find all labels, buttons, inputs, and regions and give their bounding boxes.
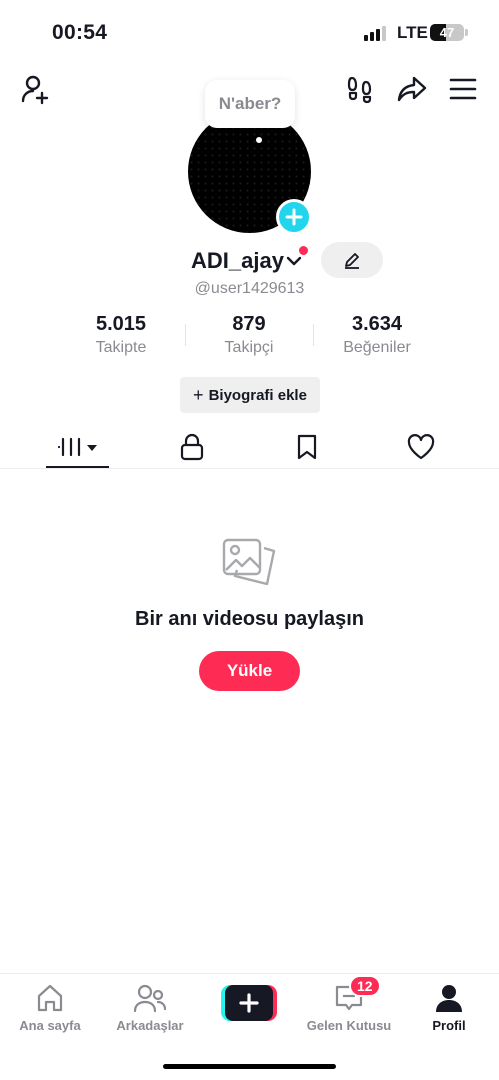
- add-bio-label: Biyografi ekle: [208, 386, 307, 404]
- plus-icon: [285, 208, 303, 226]
- nav-home[interactable]: Ana sayfa: [0, 982, 100, 1038]
- footprint-button[interactable]: [340, 70, 380, 108]
- lock-icon: [180, 433, 204, 461]
- share-profile-button[interactable]: [392, 70, 432, 108]
- bubble-tail-dot: [256, 137, 262, 143]
- status-bubble[interactable]: N'aber?: [205, 80, 295, 128]
- edit-profile-button[interactable]: [321, 242, 383, 278]
- stat-divider: [313, 324, 314, 346]
- stat-value: 3.634: [351, 313, 403, 335]
- chevron-down-icon[interactable]: [286, 254, 302, 268]
- photo-icon: [222, 538, 276, 586]
- nav-icon-wrap: [433, 982, 465, 1014]
- add-bio-button[interactable]: + Biyografi ekle: [180, 377, 320, 413]
- status-bar: 00:54 LTE 47: [0, 0, 499, 60]
- tab-private[interactable]: [130, 425, 254, 469]
- active-tab-indicator: [46, 466, 109, 468]
- create-button-core: [225, 985, 273, 1021]
- stat-value: 5.015: [95, 313, 147, 335]
- create-button[interactable]: [221, 985, 277, 1021]
- signal-icon: [364, 25, 390, 41]
- stat-likes[interactable]: 3.634 Beğeniler: [315, 313, 439, 357]
- inbox-badge: 12: [349, 975, 381, 997]
- stat-label: Takipte: [95, 339, 147, 356]
- profile-tabs: [0, 425, 499, 469]
- stat-divider: [185, 324, 186, 346]
- create-icon: [239, 993, 259, 1013]
- tab-videos[interactable]: [16, 425, 140, 469]
- nav-label: Arkadaşlar: [116, 1018, 184, 1033]
- display-name[interactable]: ADI_ajay: [191, 248, 284, 274]
- avatar-add-button[interactable]: [276, 199, 312, 235]
- notification-dot: [299, 246, 308, 255]
- empty-state-title: Bir anı videosu paylaşın: [135, 608, 364, 630]
- nav-icon-wrap: [34, 982, 66, 1014]
- nav-profile[interactable]: Profil: [399, 982, 499, 1038]
- pencil-icon: [345, 253, 359, 269]
- username: @user1429613: [194, 280, 305, 297]
- stat-followers[interactable]: 879 Takipçi: [187, 313, 311, 357]
- bookmark-icon: [297, 434, 317, 460]
- battery-icon: 47: [430, 24, 464, 41]
- nav-label: Ana sayfa: [19, 1018, 81, 1033]
- friends-icon: [134, 984, 166, 1013]
- heart-icon: [407, 434, 435, 460]
- home-indicator: [163, 1064, 336, 1069]
- nav-label: Profil: [432, 1018, 466, 1033]
- nav-icon-wrap: [134, 982, 166, 1014]
- videos-grid-icon: [57, 437, 97, 457]
- stat-label: Beğeniler: [343, 339, 411, 356]
- battery-tip: [465, 29, 468, 36]
- stat-label: Takipçi: [224, 339, 274, 356]
- share-icon: [397, 76, 427, 102]
- name-row: ADI_ajay: [0, 246, 499, 276]
- status-bubble-text: N'aber?: [218, 94, 282, 113]
- add-friend-button[interactable]: [16, 70, 56, 108]
- footprint-icon: [347, 76, 372, 104]
- battery-level: 47: [439, 25, 455, 40]
- add-friend-icon: [21, 75, 49, 105]
- nav-label: Gelen Kutusu: [306, 1018, 392, 1033]
- stat-following[interactable]: 5.015 Takipte: [59, 313, 183, 357]
- tab-saved[interactable]: [245, 425, 369, 469]
- profile-icon: [436, 985, 462, 1012]
- home-icon: [37, 984, 63, 1012]
- tab-liked[interactable]: [359, 425, 483, 469]
- upload-button[interactable]: Yükle: [199, 651, 300, 691]
- menu-icon: [449, 78, 477, 100]
- status-time: 00:54: [52, 21, 108, 44]
- nav-friends[interactable]: Arkadaşlar: [100, 982, 200, 1038]
- menu-button[interactable]: [443, 70, 483, 108]
- plus-icon: +: [193, 385, 204, 405]
- network-type: LTE: [397, 23, 428, 42]
- stat-value: 879: [232, 313, 266, 335]
